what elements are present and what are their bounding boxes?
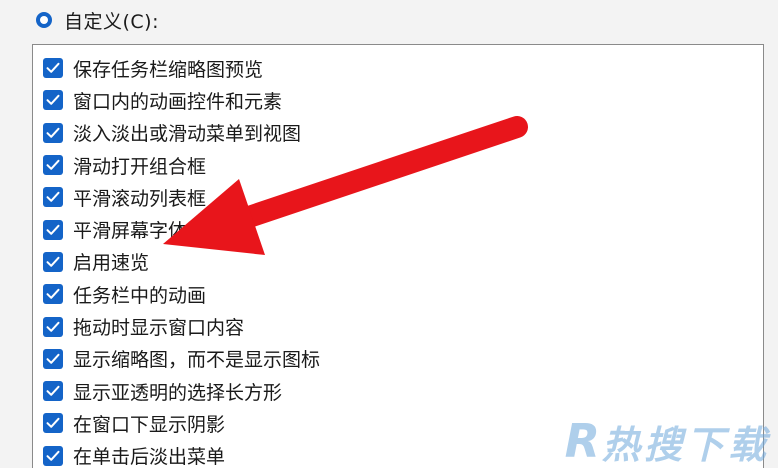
checkbox-label: 启用速览 [73,252,150,275]
checkbox-label: 显示缩略图，而不是显示图标 [73,349,321,372]
checkmark-icon[interactable] [43,251,63,272]
custom-option[interactable]: 自定义(C): [36,6,159,34]
checkbox-label: 任务栏中的动画 [73,284,207,307]
checkbox-label: 滑动打开组合框 [73,155,207,178]
checkbox-item[interactable]: 任务栏中的动画 [43,278,320,310]
checkmark-icon[interactable] [43,90,63,111]
performance-options-panel: 自定义(C): 保存任务栏缩略图预览 窗口内的动画控件和元素 淡入淡出或滑动菜单到视… [0,0,778,468]
checkmark-icon[interactable] [43,219,63,240]
checkbox-item[interactable]: 显示亚透明的选择长方形 [43,375,320,407]
checkbox-item[interactable]: 淡入淡出或滑动菜单到视图 [43,117,320,149]
checkmark-icon[interactable] [43,58,63,79]
checkmark-icon[interactable] [43,122,63,143]
checkmark-icon[interactable] [43,316,63,337]
checkbox-label: 平滑屏幕字体边缘 [73,220,226,243]
checkbox-item[interactable]: 显示缩略图，而不是显示图标 [43,343,320,375]
effects-items: 保存任务栏缩略图预览 窗口内的动画控件和元素 淡入淡出或滑动菜单到视图 滑动打开组合框… [43,52,320,468]
checkbox-item[interactable]: 平滑屏幕字体边缘 [43,213,320,245]
checkmark-icon[interactable] [43,381,63,402]
custom-option-label: 自定义(C): [64,10,159,33]
checkbox-item[interactable]: 滑动打开组合框 [43,149,320,181]
checkbox-label: 拖动时显示窗口内容 [73,317,245,340]
checkmark-icon[interactable] [43,284,63,305]
checkmark-icon[interactable] [43,155,63,176]
visual-effects-list[interactable]: 保存任务栏缩略图预览 窗口内的动画控件和元素 淡入淡出或滑动菜单到视图 滑动打开组合框… [32,44,764,468]
checkmark-icon[interactable] [43,187,63,208]
checkbox-label: 淡入淡出或滑动菜单到视图 [73,123,302,146]
checkbox-item[interactable]: 窗口内的动画控件和元素 [43,84,320,116]
checkbox-item[interactable]: 平滑滚动列表框 [43,181,320,213]
checkbox-item[interactable]: 保存任务栏缩略图预览 [43,52,320,84]
checkbox-item[interactable]: 启用速览 [43,246,320,278]
checkbox-label: 在单击后淡出菜单 [73,446,226,468]
checkbox-label: 窗口内的动画控件和元素 [73,90,283,113]
checkbox-item[interactable]: 拖动时显示窗口内容 [43,310,320,342]
watermark-text: 热搜下载 [601,423,770,467]
checkbox-label: 保存任务栏缩略图预览 [73,58,264,81]
checkmark-icon[interactable] [43,348,63,369]
checkbox-item[interactable]: 在窗口下显示阴影 [43,407,320,439]
checkbox-label: 显示亚透明的选择长方形 [73,381,283,404]
checkmark-icon[interactable] [43,445,63,466]
checkbox-label: 在窗口下显示阴影 [73,413,226,436]
checkmark-icon[interactable] [43,413,63,434]
watermark: R 热搜下载 [565,418,770,464]
radio-selected-icon[interactable] [36,12,52,28]
watermark-logo-letter: R [564,414,600,468]
checkbox-item[interactable]: 在单击后淡出菜单 [43,440,320,468]
checkbox-label: 平滑滚动列表框 [73,187,207,210]
